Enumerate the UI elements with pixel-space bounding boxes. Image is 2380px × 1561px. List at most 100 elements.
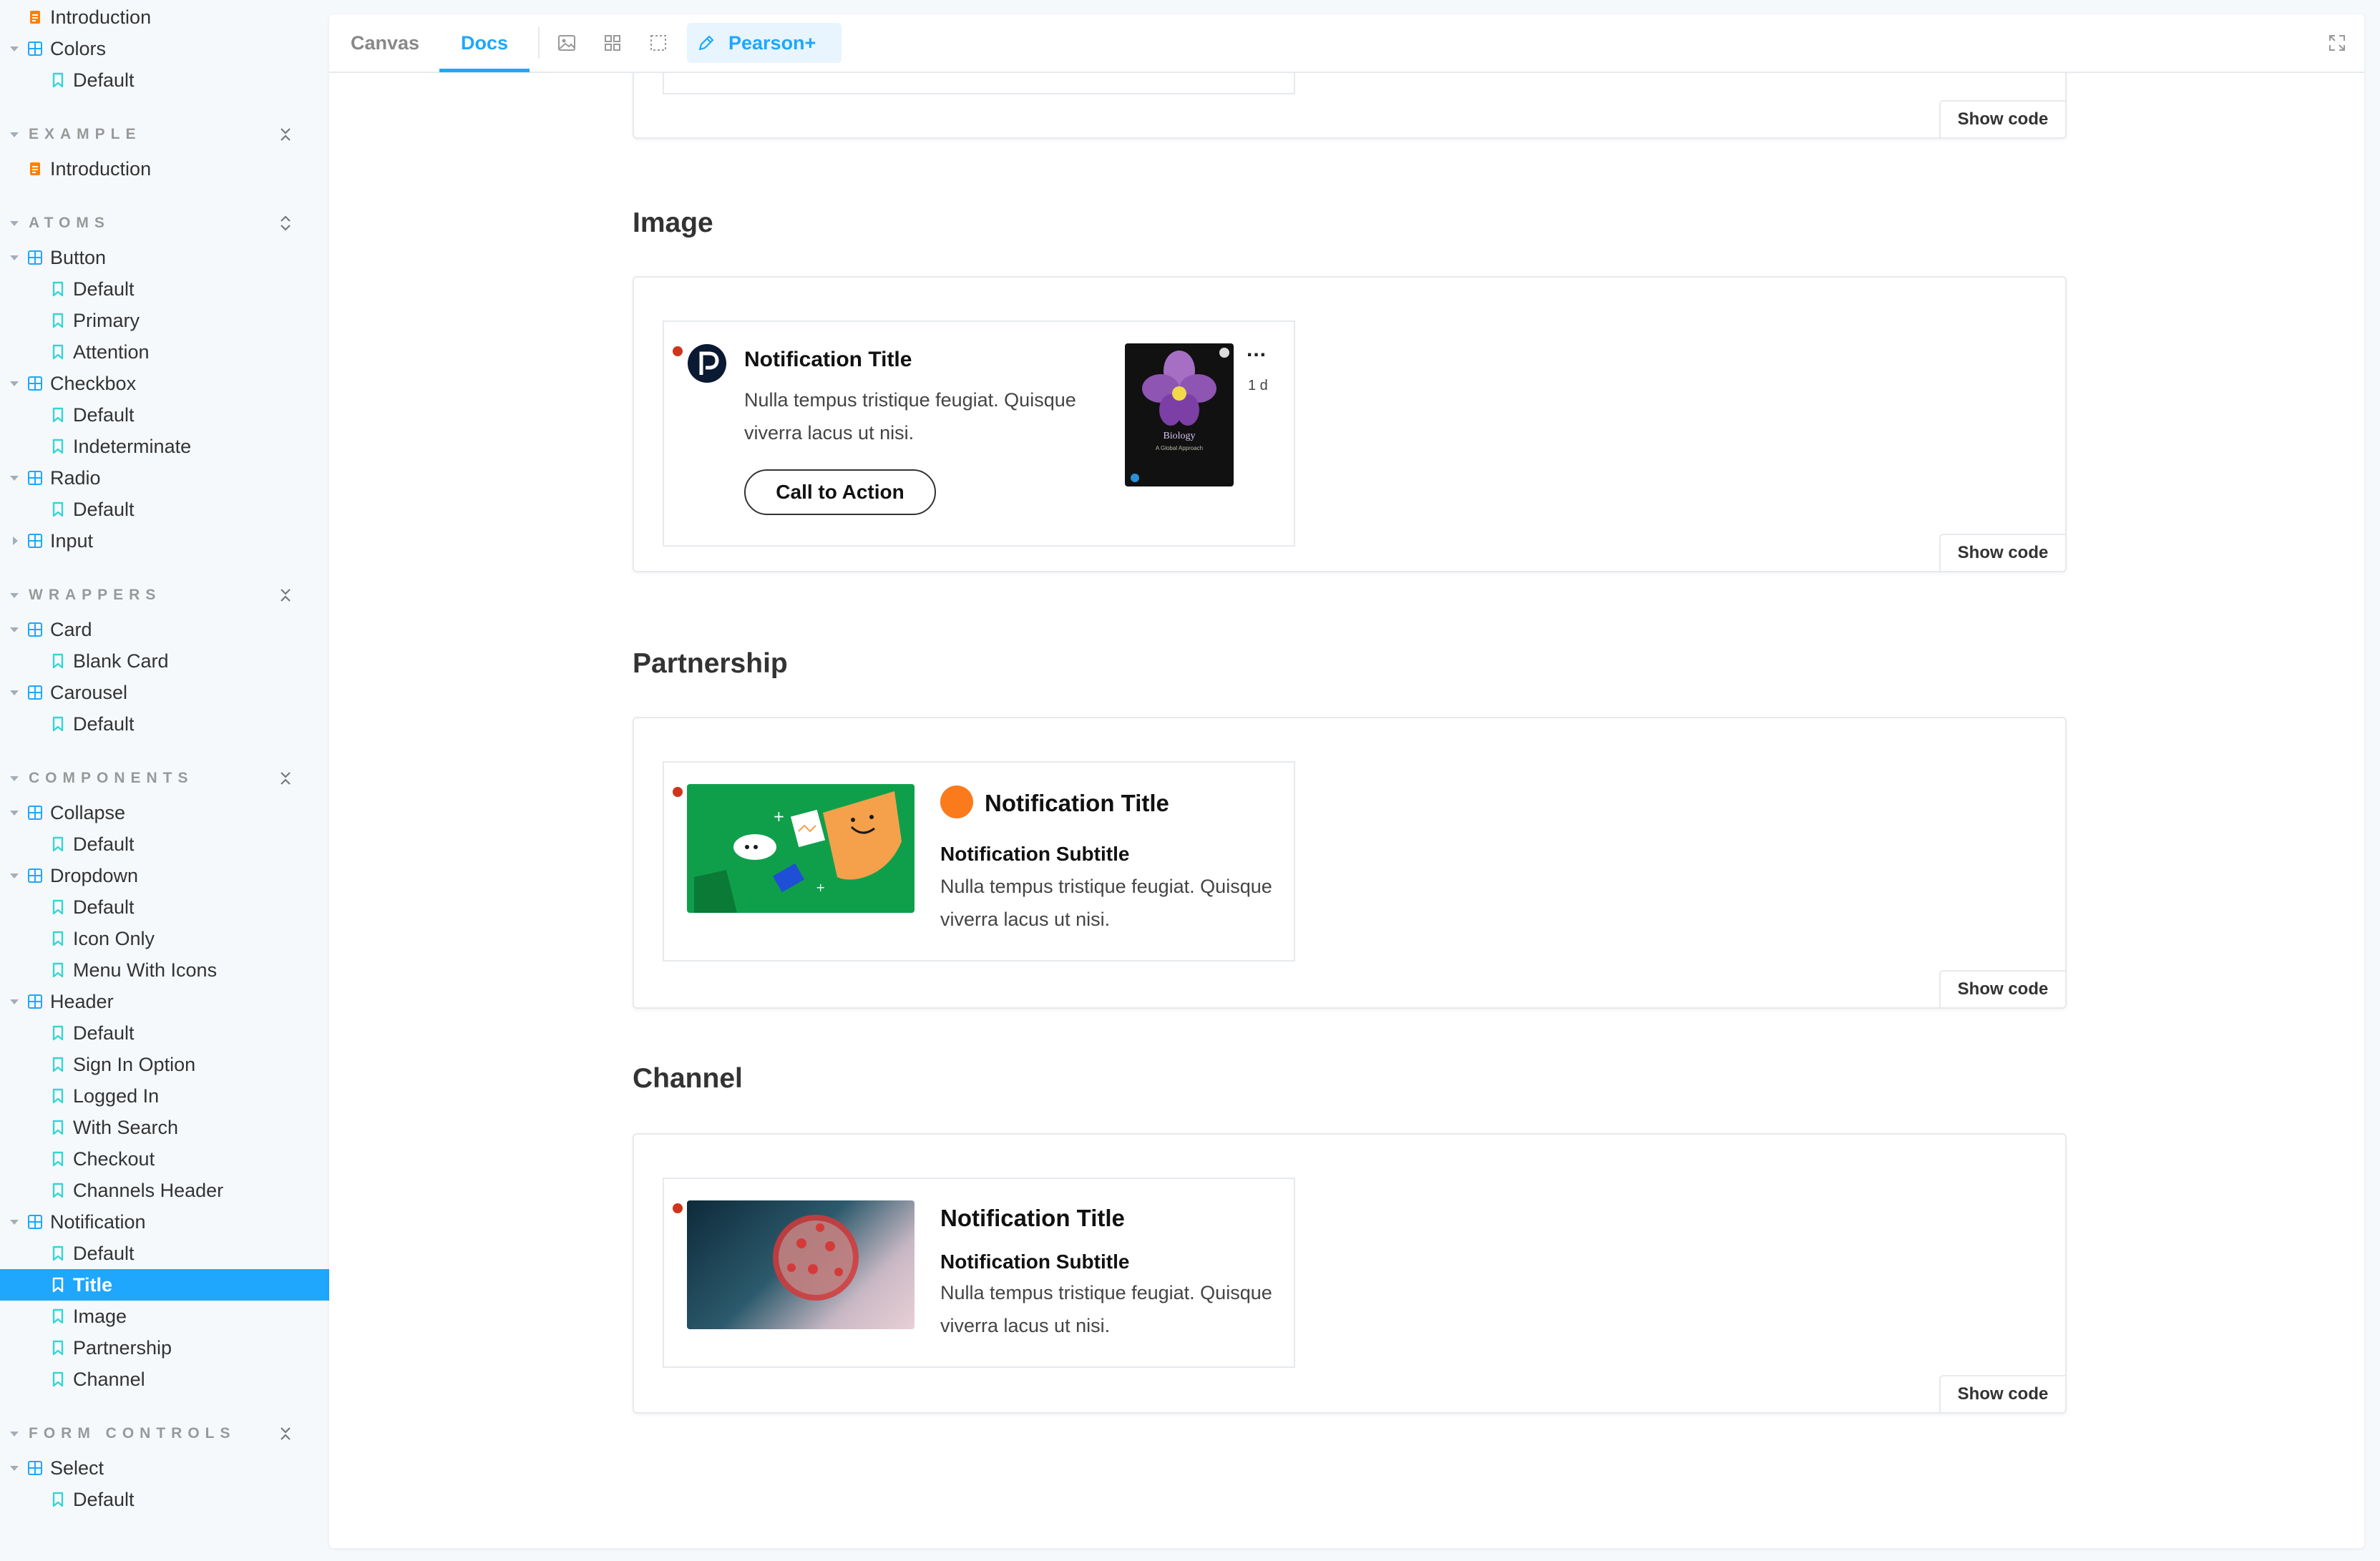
sidebar-item-card[interactable]: Card: [0, 614, 329, 645]
sidebar-item-notification-default[interactable]: Default: [0, 1238, 329, 1269]
sidebar-item-checkbox-default[interactable]: Default: [0, 399, 329, 431]
expand-arrows-icon[interactable]: [278, 215, 293, 232]
book-logo-icon: [1131, 474, 1139, 482]
show-code-button[interactable]: Show code: [1939, 1375, 2065, 1412]
show-code-button[interactable]: Show code: [1939, 100, 2065, 137]
sidebar-item-header-sign-in-option[interactable]: Sign In Option: [0, 1049, 329, 1080]
sidebar-item-button-primary[interactable]: Primary: [0, 305, 329, 336]
chevron-down-icon: [10, 220, 19, 226]
bookmark-icon: [52, 1246, 64, 1261]
grid-icon[interactable]: [603, 33, 623, 53]
chevron-down-icon: [10, 132, 19, 137]
sidebar-item-header-checkout[interactable]: Checkout: [0, 1143, 329, 1175]
tab-canvas[interactable]: Canvas: [351, 14, 419, 72]
bookmark-icon: [52, 931, 64, 946]
sidebar-item-collapse-default[interactable]: Default: [0, 828, 329, 860]
notification-time: 1 d: [1248, 378, 1268, 393]
sidebar-item-notification-channel[interactable]: Channel: [0, 1364, 329, 1395]
notification-title: Notification Title: [940, 1205, 1125, 1231]
call-to-action-button[interactable]: Call to Action: [744, 469, 936, 515]
bookmark-icon: [52, 1340, 64, 1356]
sidebar-item-select[interactable]: Select: [0, 1452, 329, 1484]
partnership-illustration: + +: [687, 784, 915, 913]
sidebar-item-input[interactable]: Input: [0, 525, 329, 557]
chevron-down-icon: [10, 775, 19, 781]
sidebar-item-header-channels[interactable]: Channels Header: [0, 1175, 329, 1206]
bookmark-icon: [52, 1088, 64, 1104]
sidebar-item-header[interactable]: Header: [0, 986, 329, 1017]
collapse-arrows-icon[interactable]: [278, 1425, 293, 1442]
sidebar-item-colors-default[interactable]: Default: [0, 64, 329, 96]
sidebar-item-carousel-default[interactable]: Default: [0, 708, 329, 740]
tab-docs[interactable]: Docs: [439, 14, 530, 72]
sidebar-item-carousel[interactable]: Carousel: [0, 677, 329, 708]
sidebar-item-button-attention[interactable]: Attention: [0, 336, 329, 368]
sidebar-item-colors[interactable]: Colors: [0, 33, 329, 64]
book-title: Biology: [1163, 431, 1196, 441]
sidebar-item-header-default[interactable]: Default: [0, 1017, 329, 1049]
image-icon[interactable]: [557, 33, 577, 53]
svg-text:+: +: [773, 808, 785, 825]
chevron-down-icon: [10, 1465, 19, 1471]
sidebar-section-components[interactable]: COMPONENTS: [0, 764, 329, 793]
show-code-button[interactable]: Show code: [1939, 534, 2065, 571]
outline-icon[interactable]: [648, 33, 668, 53]
sidebar-item-dropdown[interactable]: Dropdown: [0, 860, 329, 891]
collapse-arrows-icon[interactable]: [278, 126, 293, 143]
story-heading-partnership: Partnership: [633, 648, 788, 679]
bookmark-icon: [52, 344, 64, 360]
sidebar-section-atoms[interactable]: ATOMS: [0, 209, 329, 238]
sidebar-section-form-controls[interactable]: FORM CONTROLS: [0, 1419, 329, 1448]
sidebar-item-radio-default[interactable]: Default: [0, 494, 329, 525]
book-cover-image: Biology A Global Approach: [1125, 343, 1234, 486]
partner-logo-icon: [940, 786, 973, 818]
docs-content: Show code Image Notification Title Nulla…: [329, 73, 2364, 1548]
sidebar-item-radio[interactable]: Radio: [0, 462, 329, 494]
chevron-right-icon: [13, 537, 18, 545]
sidebar-item-notification-image[interactable]: Image: [0, 1301, 329, 1332]
chevron-down-icon: [10, 873, 19, 879]
bookmark-icon: [52, 653, 64, 669]
fullscreen-icon[interactable]: [2327, 33, 2347, 53]
show-code-button[interactable]: Show code: [1939, 970, 2065, 1007]
notification-card: + + Notification Title Notification Subt…: [663, 761, 1295, 961]
sidebar-item-header-logged-in[interactable]: Logged In: [0, 1080, 329, 1112]
sidebar-item-header-with-search[interactable]: With Search: [0, 1112, 329, 1143]
sidebar-item-card-blank[interactable]: Blank Card: [0, 645, 329, 677]
sidebar-item-notification-partnership[interactable]: Partnership: [0, 1332, 329, 1364]
story-preview-partnership: + + Notification Title Notification Subt…: [633, 717, 2067, 1009]
sidebar-section-wrappers[interactable]: WRAPPERS: [0, 581, 329, 610]
sidebar-item-dropdown-icon-only[interactable]: Icon Only: [0, 923, 329, 954]
svg-text:+: +: [816, 881, 825, 894]
component-grid-icon: [28, 685, 42, 700]
component-grid-icon: [28, 1215, 42, 1229]
sidebar-section-example[interactable]: EXAMPLE: [0, 120, 329, 149]
bookmark-icon: [52, 962, 64, 978]
story-preview-image: Notification Title Nulla tempus tristiqu…: [633, 276, 2067, 572]
component-grid-icon: [28, 806, 42, 820]
component-grid-icon: [28, 868, 42, 883]
sidebar-item-checkbox[interactable]: Checkbox: [0, 368, 329, 399]
collapse-arrows-icon[interactable]: [278, 587, 293, 604]
notification-card: Notification Title Notification Subtitle…: [663, 1178, 1295, 1368]
sidebar-item-checkbox-indeterminate[interactable]: Indeterminate: [0, 431, 329, 462]
sidebar-item-notification[interactable]: Notification: [0, 1206, 329, 1238]
more-options-icon[interactable]: ...: [1247, 338, 1267, 362]
sidebar-item-dropdown-default[interactable]: Default: [0, 891, 329, 923]
bookmark-icon: [52, 407, 64, 423]
notification-body: Nulla tempus tristique feugiat. Quisque …: [940, 876, 1272, 930]
sidebar-item-select-default[interactable]: Default: [0, 1484, 329, 1515]
sidebar-item-dropdown-menu-with-icons[interactable]: Menu With Icons: [0, 954, 329, 986]
bookmark-icon: [52, 72, 64, 88]
sidebar-item-button[interactable]: Button: [0, 242, 329, 273]
sidebar-item-notification-title[interactable]: Title: [0, 1269, 329, 1301]
bookmark-icon: [52, 1025, 64, 1041]
component-grid-icon: [28, 994, 42, 1009]
sidebar-item-introduction[interactable]: Introduction: [0, 1, 329, 33]
notification-body: Nulla tempus tristique feugiat. Quisque …: [940, 1282, 1272, 1336]
addon-tab-pearson[interactable]: Pearson+: [687, 23, 842, 63]
sidebar-item-example-introduction[interactable]: Introduction: [0, 153, 329, 185]
sidebar-item-button-default[interactable]: Default: [0, 273, 329, 305]
collapse-arrows-icon[interactable]: [278, 770, 293, 787]
sidebar-item-collapse[interactable]: Collapse: [0, 797, 329, 828]
